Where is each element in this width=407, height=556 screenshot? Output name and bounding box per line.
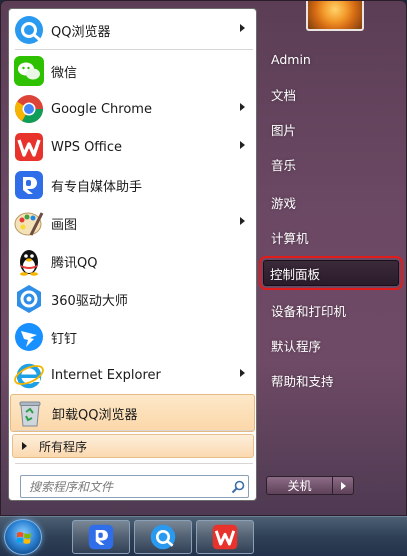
right-item-label: 控制面板 — [270, 266, 321, 282]
ie-icon — [13, 359, 45, 391]
taskbar-wps[interactable] — [196, 520, 254, 554]
program-uninstall-qq-browser[interactable]: 卸载QQ浏览器 — [10, 394, 255, 432]
program-label: 画图 — [51, 217, 78, 233]
program-wps-office[interactable]: WPS Office — [10, 128, 255, 166]
program-media-assistant[interactable]: 有专自媒体助手 — [10, 166, 255, 204]
program-360-driver[interactable]: 360驱动大师 — [10, 280, 255, 318]
right-item-admin[interactable]: Admin — [265, 46, 403, 72]
program-label: Google Chrome — [51, 101, 152, 117]
submenu-arrow-icon — [240, 141, 245, 149]
right-item-label: Admin — [271, 51, 311, 67]
submenu-arrow-icon — [240, 103, 245, 111]
shutdown-control: 关机 — [266, 476, 354, 495]
submenu-arrow-icon — [240, 24, 245, 32]
search-box — [20, 475, 249, 498]
search-icon[interactable] — [228, 477, 248, 497]
right-item-default-programs[interactable]: 默认程序 — [265, 332, 403, 358]
wps-icon — [13, 131, 45, 163]
taskbar-qq-browser[interactable] — [134, 520, 192, 554]
wechat-icon — [13, 55, 45, 87]
program-label: 卸载QQ浏览器 — [52, 407, 138, 423]
submenu-arrow-icon — [240, 217, 245, 225]
right-item-label: 默认程序 — [271, 338, 322, 354]
expand-arrow-icon — [22, 442, 27, 450]
program-dingtalk[interactable]: 钉钉 — [10, 318, 255, 356]
start-button[interactable] — [4, 519, 42, 555]
submenu-arrow-icon — [240, 369, 245, 377]
right-item-label: 音乐 — [271, 157, 297, 173]
programs-pane: QQ浏览器 微信 Google Chrome WPS Office 有专自媒体助… — [8, 8, 257, 501]
windows-logo-icon — [16, 532, 31, 544]
taskbar — [0, 516, 407, 556]
right-item-help-support[interactable]: 帮助和支持 — [265, 367, 403, 393]
search-input[interactable] — [29, 476, 228, 497]
start-menu: QQ浏览器 微信 Google Chrome WPS Office 有专自媒体助… — [0, 0, 407, 516]
right-item-computer[interactable]: 计算机 — [265, 224, 403, 250]
recycle-bin-icon — [14, 397, 46, 429]
all-programs-button[interactable]: 所有程序 — [12, 434, 254, 458]
wps-icon — [211, 523, 239, 551]
program-tencent-qq[interactable]: 腾讯QQ — [10, 242, 255, 280]
right-item-label: 图片 — [271, 122, 297, 138]
program-label: QQ浏览器 — [51, 24, 111, 40]
divider — [15, 463, 253, 464]
program-label: 360驱动大师 — [51, 293, 128, 309]
right-item-label: 帮助和支持 — [271, 373, 334, 389]
right-item-label: 文档 — [271, 87, 297, 103]
qq-penguin-icon — [13, 245, 45, 277]
user-avatar[interactable] — [306, 1, 364, 31]
dingtalk-icon — [13, 321, 45, 353]
program-paint[interactable]: 画图 — [10, 204, 255, 242]
taskbar-media-assistant[interactable] — [72, 520, 130, 554]
media-assistant-icon — [13, 169, 45, 201]
program-qq-browser[interactable]: QQ浏览器 — [10, 11, 255, 49]
qq-browser-icon — [149, 523, 177, 551]
chevron-right-icon — [340, 481, 346, 490]
shutdown-label: 关机 — [287, 479, 312, 493]
shutdown-button[interactable]: 关机 — [267, 477, 333, 494]
360-driver-icon — [13, 283, 45, 315]
program-google-chrome[interactable]: Google Chrome — [10, 90, 255, 128]
program-label: 腾讯QQ — [51, 255, 98, 271]
right-item-label: 设备和打印机 — [271, 303, 347, 319]
paint-icon — [13, 207, 45, 239]
right-item-label: 游戏 — [271, 195, 297, 211]
program-label: 钉钉 — [51, 331, 78, 347]
divider — [15, 49, 253, 50]
chrome-icon — [13, 93, 45, 125]
right-item-pictures[interactable]: 图片 — [265, 116, 403, 142]
program-label: WPS Office — [51, 139, 123, 155]
right-item-music[interactable]: 音乐 — [265, 151, 403, 177]
program-wechat[interactable]: 微信 — [10, 52, 255, 90]
program-label: Internet Explorer — [51, 367, 161, 383]
all-programs-label: 所有程序 — [39, 439, 88, 454]
program-internet-explorer[interactable]: Internet Explorer — [10, 356, 255, 394]
media-assistant-icon — [87, 523, 115, 551]
right-item-documents[interactable]: 文档 — [265, 81, 403, 107]
shutdown-options-button[interactable] — [333, 477, 353, 494]
right-item-label: 计算机 — [271, 230, 309, 246]
right-item-games[interactable]: 游戏 — [265, 189, 403, 215]
program-label: 有专自媒体助手 — [51, 179, 143, 195]
qq-browser-icon — [13, 14, 45, 46]
right-item-devices-printers[interactable]: 设备和打印机 — [265, 297, 403, 323]
right-item-control-panel[interactable]: 控制面板 — [259, 256, 403, 290]
divider — [15, 430, 253, 431]
program-label: 微信 — [51, 65, 78, 81]
